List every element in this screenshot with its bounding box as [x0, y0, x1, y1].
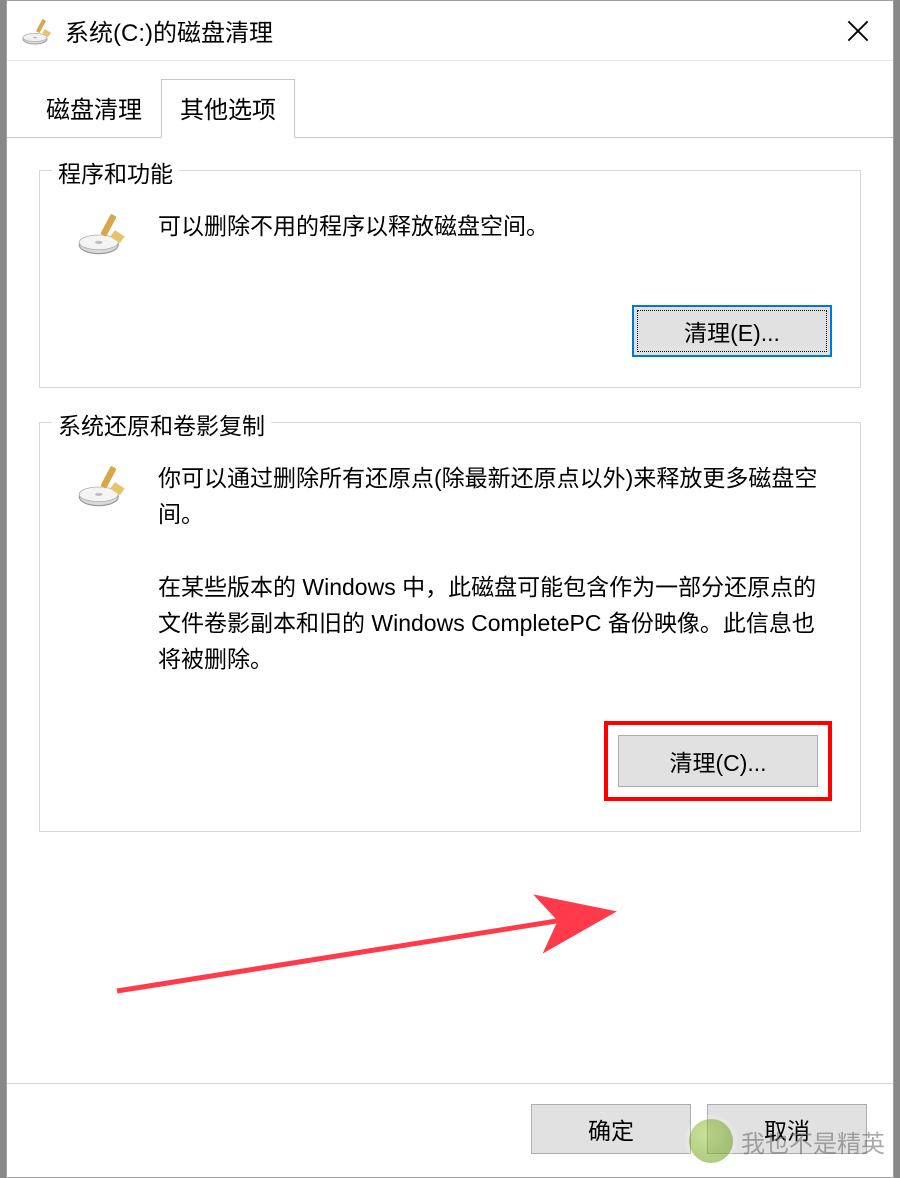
group-programs-and-features: 程序和功能 可以删除不用的程序以释放磁盘空间。 清理(E)...: [39, 170, 861, 388]
annotation-arrow: [107, 883, 647, 1003]
disk-brush-icon: [70, 209, 134, 261]
tab-content: 程序和功能 可以删除不用的程序以释放磁盘空间。 清理(E)...: [7, 138, 893, 1083]
group2-description-1: 你可以通过删除所有还原点(除最新还原点以外)来释放更多磁盘空间。: [158, 461, 832, 532]
group-system-restore: 系统还原和卷影复制 你可以通过删除所有还原点(除最新还原点以外)来释放更多磁盘空…: [39, 422, 861, 832]
disk-cleanup-icon: [21, 15, 53, 47]
cleanup-programs-button[interactable]: 清理(E)...: [632, 305, 832, 357]
titlebar: 系统(C:)的磁盘清理: [7, 1, 893, 61]
cleanup-restore-button[interactable]: 清理(C)...: [618, 735, 818, 787]
close-icon: [847, 20, 869, 42]
tab-more-options[interactable]: 其他选项: [161, 79, 295, 138]
group-legend-restore: 系统还原和卷影复制: [52, 407, 271, 441]
disk-brush-icon: [70, 461, 134, 513]
group2-description-2: 在某些版本的 Windows 中，此磁盘可能包含作为一部分还原点的文件卷影副本和…: [158, 570, 832, 677]
group-legend-programs: 程序和功能: [52, 155, 179, 189]
ok-button[interactable]: 确定: [531, 1104, 691, 1154]
annotation-highlight: 清理(C)...: [604, 721, 832, 801]
tab-disk-cleanup[interactable]: 磁盘清理: [27, 79, 161, 138]
cancel-button[interactable]: 取消: [707, 1104, 867, 1154]
dialog-footer: 确定 取消: [7, 1083, 893, 1177]
group1-description: 可以删除不用的程序以释放磁盘空间。: [158, 209, 832, 245]
close-button[interactable]: [823, 1, 893, 61]
tabs: 磁盘清理 其他选项: [7, 61, 893, 138]
window-title: 系统(C:)的磁盘清理: [65, 13, 823, 48]
disk-cleanup-dialog: 系统(C:)的磁盘清理 磁盘清理 其他选项 程序和功能: [6, 0, 894, 1178]
